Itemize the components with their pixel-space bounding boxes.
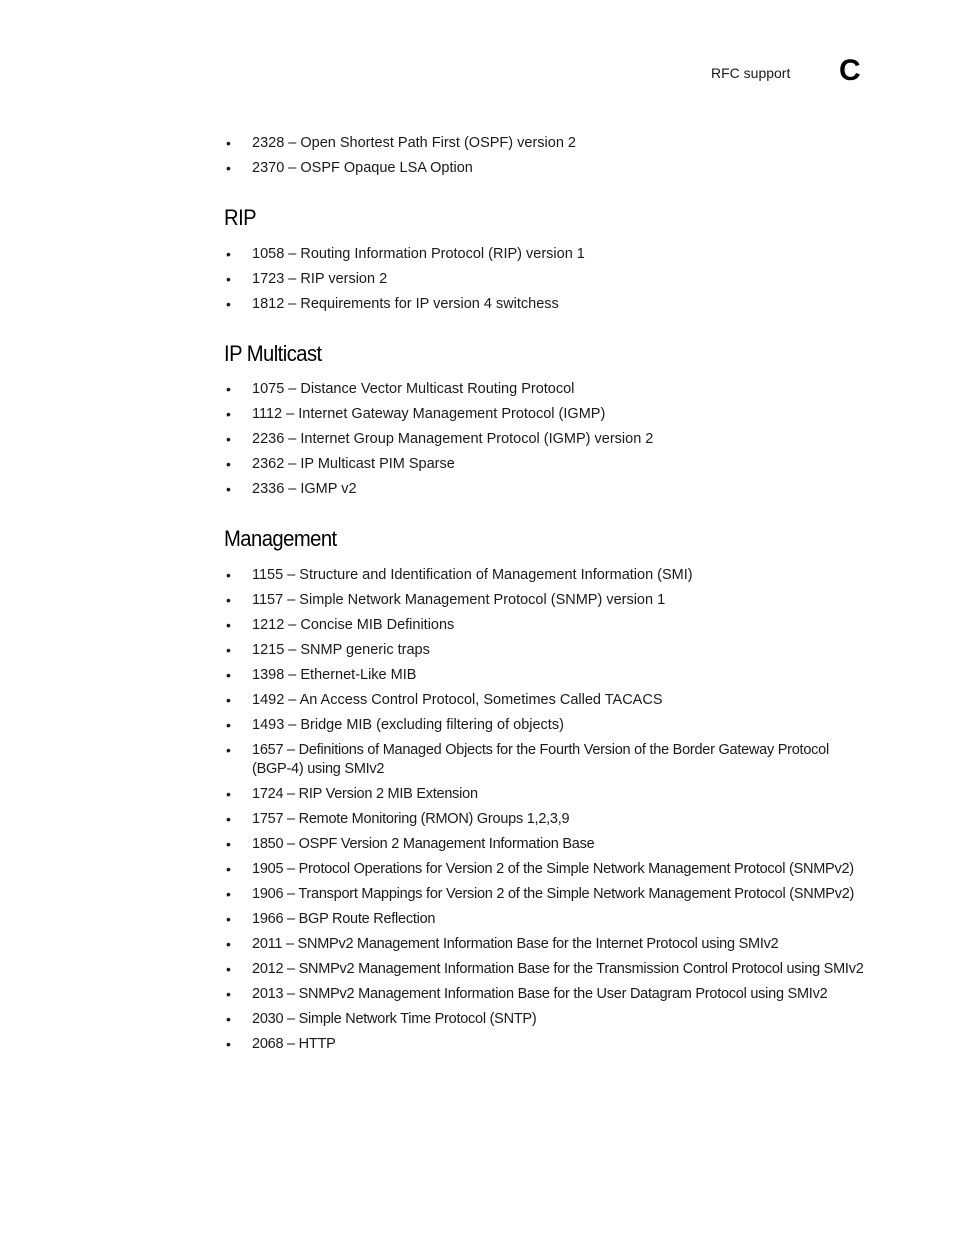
bullet-icon: • <box>226 986 231 1002</box>
rfc-item-text: 1493 – Bridge MIB (excluding filtering o… <box>252 717 564 733</box>
list-item: • 1723 – RIP version 2 <box>224 270 869 289</box>
rfc-item-text: 2236 – Internet Group Management Protoco… <box>252 431 654 447</box>
list-item: • 2011 – SNMPv2 Management Information Ba… <box>224 935 869 954</box>
rfc-item-text: 1058 – Routing Information Protocol (RIP… <box>252 246 585 262</box>
list-item: • 1075 – Distance Vector Multicast Routin… <box>224 380 869 399</box>
bullet-icon: • <box>226 961 231 977</box>
rfc-item-text: 1157 – Simple Network Management Protoco… <box>252 592 666 608</box>
rfc-item-text: 1966 – BGP Route Reflection <box>252 911 436 927</box>
ospf-rfc-list: • 2328 – Open Shortest Path First (OSPF) … <box>224 134 869 184</box>
bullet-icon: • <box>226 692 231 708</box>
rfc-item-text: 2011 – SNMPv2 Management Information Bas… <box>252 936 779 952</box>
ip-multicast-rfc-list: • 1075 – Distance Vector Multicast Routin… <box>224 380 869 505</box>
bullet-icon: • <box>226 717 231 733</box>
rfc-item-text: 1850 – OSPF Version 2 Management Informa… <box>252 836 595 852</box>
bullet-icon: • <box>226 1011 231 1027</box>
list-item: • 1398 – Ethernet-Like MIB <box>224 666 869 685</box>
list-item: • 2336 – IGMP v2 <box>224 480 869 499</box>
bullet-icon: • <box>226 836 231 852</box>
bullet-icon: • <box>226 642 231 658</box>
bullet-icon: • <box>226 271 231 287</box>
list-item: • 1905 – Protocol Operations for Version … <box>224 860 869 879</box>
rfc-item-text: 2328 – Open Shortest Path First (OSPF) v… <box>252 135 576 151</box>
rfc-item-text: 2012 – SNMPv2 Management Information Bas… <box>252 961 864 977</box>
list-item: • 2328 – Open Shortest Path First (OSPF) … <box>224 134 869 153</box>
list-item: • 1215 – SNMP generic traps <box>224 641 869 660</box>
bullet-icon: • <box>226 811 231 827</box>
bullet-icon: • <box>226 936 231 952</box>
bullet-icon: • <box>226 381 231 397</box>
section-title-management: Management <box>224 526 337 551</box>
rfc-item-text: 1757 – Remote Monitoring (RMON) Groups 1… <box>252 811 570 827</box>
bullet-icon: • <box>226 456 231 472</box>
list-item: • 1850 – OSPF Version 2 Management Inform… <box>224 835 869 854</box>
rfc-item-text: 1398 – Ethernet-Like MIB <box>252 667 417 683</box>
list-item: • 1906 – Transport Mappings for Version 2… <box>224 885 869 904</box>
rfc-item-text: 1075 – Distance Vector Multicast Routing… <box>252 381 575 397</box>
rfc-item-text: 2013 – SNMPv2 Management Information Bas… <box>252 986 828 1002</box>
rfc-item-text: 2362 – IP Multicast PIM Sparse <box>252 456 455 472</box>
rfc-item-text: 1906 – Transport Mappings for Version 2 … <box>252 886 855 902</box>
bullet-icon: • <box>226 911 231 927</box>
list-item: • 1492 – An Access Control Protocol, Some… <box>224 691 869 710</box>
rfc-item-text: 1155 – Structure and Identification of M… <box>252 567 693 583</box>
rfc-item-text: 2030 – Simple Network Time Protocol (SNT… <box>252 1011 537 1027</box>
bullet-icon: • <box>226 246 231 262</box>
rfc-item-text: 1723 – RIP version 2 <box>252 271 388 287</box>
rfc-item-text: 2336 – IGMP v2 <box>252 481 357 497</box>
rfc-item-text: 1492 – An Access Control Protocol, Somet… <box>252 692 663 708</box>
rfc-item-text: 2068 – HTTP <box>252 1036 336 1052</box>
rip-rfc-list: • 1058 – Routing Information Protocol (RI… <box>224 245 869 320</box>
bullet-icon: • <box>226 406 231 422</box>
list-item: • 1757 – Remote Monitoring (RMON) Groups … <box>224 810 869 829</box>
rfc-item-text: 1657 – Definitions of Managed Objects fo… <box>252 742 829 777</box>
list-item: • 2013 – SNMPv2 Management Information Ba… <box>224 985 869 1004</box>
bullet-icon: • <box>226 786 231 802</box>
bullet-icon: • <box>226 431 231 447</box>
list-item: • 1812 – Requirements for IP version 4 sw… <box>224 295 869 314</box>
list-item: • 2370 – OSPF Opaque LSA Option <box>224 159 869 178</box>
bullet-icon: • <box>226 861 231 877</box>
list-item: • 1157 – Simple Network Management Protoc… <box>224 591 869 610</box>
running-header-title: RFC support <box>711 65 791 81</box>
list-item: • 1155 – Structure and Identification of … <box>224 566 869 585</box>
rfc-item-text: 2370 – OSPF Opaque LSA Option <box>252 160 473 176</box>
bullet-icon: • <box>226 135 231 151</box>
bullet-icon: • <box>226 296 231 312</box>
rfc-item-text: 1212 – Concise MIB Definitions <box>252 617 455 633</box>
list-item: • 2068 – HTTP <box>224 1035 869 1054</box>
section-title-ip-multicast: IP Multicast <box>224 341 322 366</box>
rfc-item-text: 1724 – RIP Version 2 MIB Extension <box>252 786 478 802</box>
bullet-icon: • <box>226 742 231 758</box>
rfc-item-text: 1215 – SNMP generic traps <box>252 642 430 658</box>
rfc-item-text: 1112 – Internet Gateway Management Proto… <box>252 406 606 422</box>
list-item: • 1058 – Routing Information Protocol (RI… <box>224 245 869 264</box>
list-item: • 2030 – Simple Network Time Protocol (SN… <box>224 1010 869 1029</box>
bullet-icon: • <box>226 617 231 633</box>
bullet-icon: • <box>226 567 231 583</box>
list-item: • 1112 – Internet Gateway Management Prot… <box>224 405 869 424</box>
bullet-icon: • <box>226 160 231 176</box>
bullet-icon: • <box>226 886 231 902</box>
list-item: • 2236 – Internet Group Management Protoc… <box>224 430 869 449</box>
appendix-letter: C <box>839 54 861 87</box>
list-item: • 1724 – RIP Version 2 MIB Extension <box>224 785 869 804</box>
section-title-rip: RIP <box>224 205 257 230</box>
list-item: • 1493 – Bridge MIB (excluding filtering … <box>224 716 869 735</box>
management-rfc-list: • 1155 – Structure and Identification of … <box>224 566 869 1060</box>
list-item: • 2362 – IP Multicast PIM Sparse <box>224 455 869 474</box>
bullet-icon: • <box>226 1036 231 1052</box>
rfc-item-text: 1812 – Requirements for IP version 4 swi… <box>252 296 559 312</box>
bullet-icon: • <box>226 592 231 608</box>
list-item: • 1657 – Definitions of Managed Objects f… <box>224 741 869 779</box>
list-item: • 1212 – Concise MIB Definitions <box>224 616 869 635</box>
bullet-icon: • <box>226 667 231 683</box>
list-item: • 1966 – BGP Route Reflection <box>224 910 869 929</box>
rfc-item-text: 1905 – Protocol Operations for Version 2… <box>252 861 854 877</box>
list-item: • 2012 – SNMPv2 Management Information Ba… <box>224 960 869 979</box>
bullet-icon: • <box>226 481 231 497</box>
